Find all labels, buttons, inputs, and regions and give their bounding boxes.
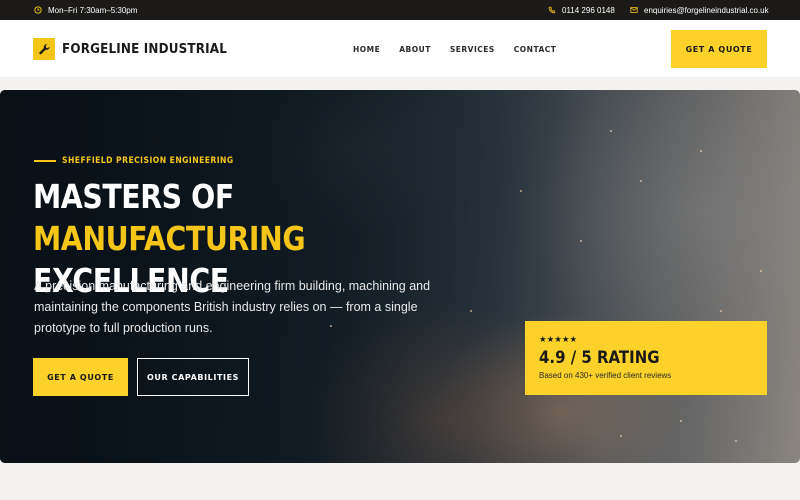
opening-hours: Mon–Fri 7:30am–5:30pm: [34, 0, 137, 20]
rating-subtitle: Based on 430+ verified client reviews: [539, 371, 672, 380]
header-get-quote-button[interactable]: GET A QUOTE: [671, 30, 767, 68]
top-info-bar: Mon–Fri 7:30am–5:30pm 0114 296 0148 enqu…: [0, 0, 800, 20]
eyebrow-text: SHEFFIELD PRECISION ENGINEERING: [62, 156, 234, 166]
nav-services[interactable]: SERVICES: [450, 45, 495, 54]
hero-get-quote-button[interactable]: GET A QUOTE: [33, 358, 128, 396]
phone-contact[interactable]: 0114 296 0148: [548, 0, 615, 20]
wrench-icon: [38, 43, 50, 54]
nav-about[interactable]: ABOUT: [399, 45, 431, 54]
logo-badge: [33, 38, 55, 60]
phone-icon: [548, 6, 556, 14]
nav-home[interactable]: HOME: [353, 45, 380, 54]
our-capabilities-button[interactable]: OUR CAPABILITIES: [137, 358, 249, 396]
headline-accent: MANUFACTURING: [33, 219, 306, 258]
site-header: FORGELINE INDUSTRIAL HOME ABOUT SERVICES…: [0, 20, 800, 78]
opening-hours-text: Mon–Fri 7:30am–5:30pm: [48, 5, 138, 15]
main-nav: HOME ABOUT SERVICES CONTACT: [353, 20, 575, 78]
logo-text: FORGELINE INDUSTRIAL: [62, 41, 228, 57]
rating-title: 4.9 / 5 RATING: [539, 348, 660, 368]
star-rating-icons: ★★★★★: [539, 334, 578, 344]
eyebrow-line: [34, 160, 56, 162]
nav-contact[interactable]: CONTACT: [514, 45, 557, 54]
email-address[interactable]: enquiries@forgelineindustrial.co.uk: [644, 6, 769, 15]
rating-card: ★★★★★ 4.9 / 5 RATING Based on 430+ verif…: [525, 321, 767, 395]
mail-icon: [630, 7, 638, 13]
hero-eyebrow: SHEFFIELD PRECISION ENGINEERING: [34, 156, 253, 166]
email-contact[interactable]: enquiries@forgelineindustrial.co.uk: [630, 0, 769, 20]
site-logo[interactable]: FORGELINE INDUSTRIAL: [33, 37, 241, 61]
phone-number[interactable]: 0114 296 0148: [562, 6, 615, 15]
hero-section: SHEFFIELD PRECISION ENGINEERING MASTERS …: [0, 90, 800, 463]
headline-part1: MASTERS OF: [33, 177, 234, 216]
clock-icon: [34, 6, 42, 14]
hero-description: A precision manufacturing and engineerin…: [34, 279, 431, 335]
